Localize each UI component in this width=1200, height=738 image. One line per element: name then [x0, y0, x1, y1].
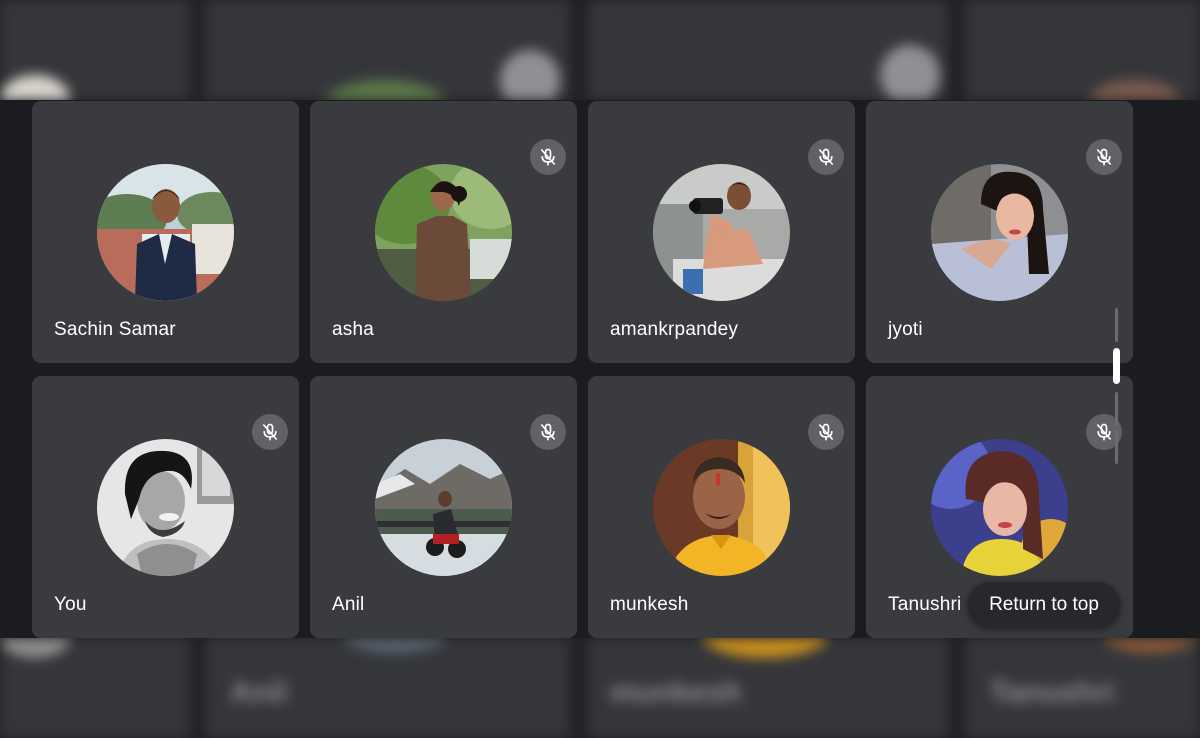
participant-tile[interactable]: jyoti — [866, 101, 1133, 363]
participant-tile[interactable]: Anil — [310, 376, 577, 638]
scroll-track — [1115, 392, 1118, 426]
mic-off-icon — [540, 148, 556, 166]
participant-tile[interactable]: munkesh — [588, 376, 855, 638]
participant-tile[interactable]: asha — [310, 101, 577, 363]
mic-off-icon — [262, 423, 278, 441]
avatar — [97, 439, 234, 576]
mic-off-icon — [540, 423, 556, 441]
mute-indicator — [808, 139, 844, 175]
scroll-track — [1115, 430, 1118, 464]
participant-tile[interactable]: You — [32, 376, 299, 638]
participant-name: Tanushri — [888, 594, 962, 615]
avatar — [375, 439, 512, 576]
return-to-top-button[interactable]: Return to top — [968, 582, 1120, 627]
mute-indicator — [252, 414, 288, 450]
meeting-stage: Anil munkesh Tanushri Sachin Samar asha … — [0, 0, 1200, 738]
participant-name: munkesh — [610, 594, 689, 615]
participant-tile[interactable]: amankrpandey — [588, 101, 855, 363]
grid-scrollbar[interactable] — [1112, 308, 1122, 464]
avatar — [97, 164, 234, 301]
mute-indicator — [808, 414, 844, 450]
scroll-track — [1115, 308, 1118, 342]
blurred-background-bottom: Anil munkesh Tanushri — [0, 638, 1200, 738]
participant-name: Anil — [332, 594, 365, 615]
mute-indicator — [530, 414, 566, 450]
avatar — [375, 164, 512, 301]
avatar — [931, 439, 1068, 576]
avatar — [653, 164, 790, 301]
mute-indicator — [1086, 139, 1122, 175]
participant-name: amankrpandey — [610, 319, 739, 340]
mute-indicator — [530, 139, 566, 175]
participant-name: You — [54, 594, 87, 615]
participant-grid: Sachin Samar asha amankrpandey jyoti You… — [0, 100, 1200, 638]
avatar — [653, 439, 790, 576]
blurred-background-top — [0, 0, 1200, 100]
participant-tile[interactable]: Sachin Samar — [32, 101, 299, 363]
mic-off-icon — [818, 148, 834, 166]
participant-name: asha — [332, 319, 375, 340]
scroll-thumb[interactable] — [1113, 348, 1120, 384]
participant-name: Sachin Samar — [54, 319, 176, 340]
avatar — [931, 164, 1068, 301]
mic-off-icon — [1096, 423, 1112, 441]
participant-name: jyoti — [888, 319, 923, 340]
mic-off-icon — [1096, 148, 1112, 166]
mic-off-icon — [818, 423, 834, 441]
